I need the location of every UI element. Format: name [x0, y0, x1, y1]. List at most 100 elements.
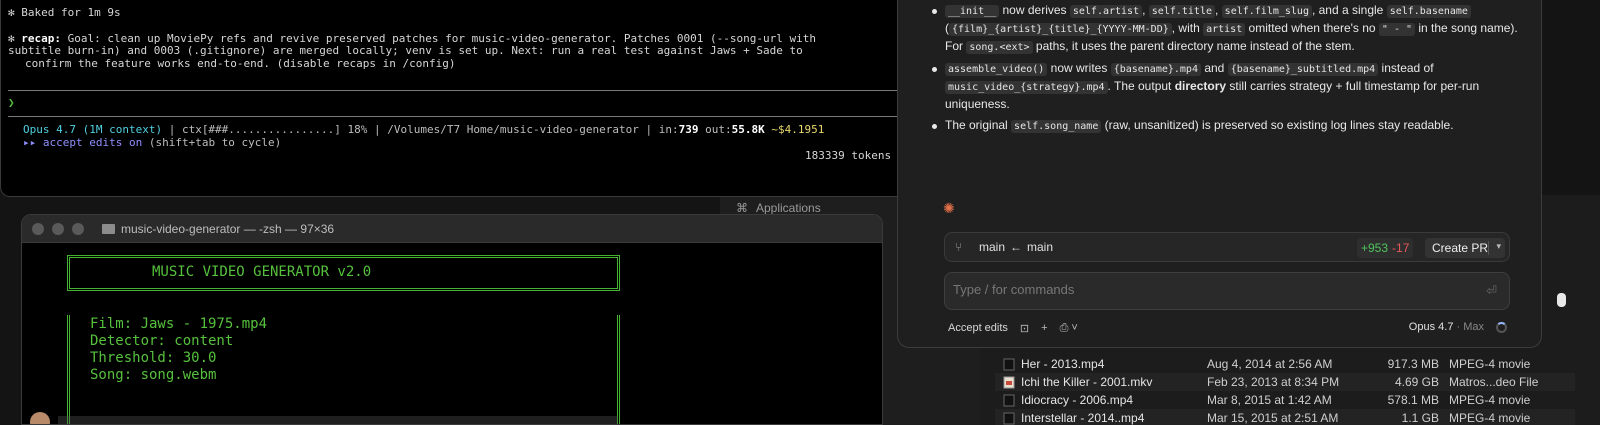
file-name: Her - 2013.mp4 [1021, 357, 1105, 371]
branch-arrow-icon: ← [1010, 240, 1023, 254]
code-span: self.artist [1069, 5, 1143, 18]
text-span: , [1215, 3, 1222, 17]
chevron-down-icon[interactable]: ▾ [1496, 241, 1501, 252]
divider [1488, 241, 1489, 255]
status-out-label: out: [698, 123, 732, 136]
code-span: song.<ext> [966, 41, 1033, 54]
recap-line-3: confirm the feature works end-to-end. (d… [25, 57, 456, 70]
folder-icon [102, 223, 115, 234]
mkv-file-icon [1003, 376, 1015, 388]
minimize-button[interactable] [52, 222, 64, 235]
command-input[interactable] [953, 282, 1473, 297]
divider [8, 116, 906, 117]
fast-forward-icon: ▸▸ [23, 136, 43, 149]
info-film: Film: Jaws - 1975.mp4 [90, 316, 268, 332]
text-span: . The output [1107, 79, 1175, 93]
token-count: 183339 tokens [805, 149, 892, 162]
code-span: self.film_slug [1221, 5, 1312, 18]
baked-status: ✻ Baked for 1m 9s [8, 6, 121, 19]
enter-icon[interactable]: ⏎ [1486, 283, 1497, 299]
file-row[interactable]: Interstellar - 2014..mp4 Mar 15, 2015 at… [995, 409, 1575, 425]
git-branch-icon: ⑂ [955, 240, 963, 254]
file-row[interactable]: Idiocracy - 2006.mp4 Mar 8, 2015 at 1:42… [995, 391, 1575, 409]
accept-edits-toggle[interactable]: Accept edits [948, 322, 1008, 334]
movie-file-icon [1003, 412, 1015, 424]
scrollbar-knob[interactable] [1557, 293, 1566, 307]
titlebar[interactable]: music-video-generator — -zsh — 97×36 [22, 215, 882, 243]
model-suffix: · Max [1453, 321, 1484, 333]
plus-icon[interactable]: + [1041, 322, 1047, 334]
file-row[interactable]: Her - 2013.mp4 Aug 4, 2014 at 2:56 AM 91… [995, 355, 1575, 373]
text-span: , and a single [1311, 3, 1387, 17]
code-span: " - " [1378, 23, 1416, 36]
code-span: {film}_{artist}_{title}_{YYYY-MM-DD} [949, 23, 1172, 36]
status-in-label: in: [658, 123, 679, 136]
text-span: and [1200, 61, 1228, 75]
terminal-window-claude-code[interactable]: ✻ Baked for 1m 9s ✻ recap: Goal: clean u… [0, 0, 912, 197]
banner-title: MUSIC VIDEO GENERATOR v2.0 [152, 264, 372, 280]
file-date: Feb 23, 2013 at 8:34 PM [1207, 375, 1340, 389]
file-size: 1.1 GB [1401, 411, 1439, 425]
code-span: assemble_video() [945, 63, 1048, 76]
prompt-caret[interactable]: ❯ [8, 97, 15, 109]
file-size: 917.3 MB [1387, 357, 1439, 371]
attachment-icon[interactable]: ⊡ [1020, 322, 1029, 335]
code-span: {basename}_subtitled.mp4 [1227, 63, 1379, 76]
file-row[interactable]: Ichi the Killer - 2001.mkv Feb 23, 2013 … [995, 373, 1575, 391]
create-pr-button[interactable]: Create PR ▾ [1425, 238, 1505, 258]
code-span: self.basename [1386, 5, 1471, 18]
applications-icon: ⌘ [736, 201, 748, 215]
model-name: Opus 4.7 [1408, 321, 1454, 333]
file-date: Mar 15, 2015 at 2:51 AM [1207, 411, 1339, 425]
model-selector[interactable]: Opus 4.7 · Max [1409, 321, 1484, 333]
text-span: (raw, unsanitized) is preserved so exist… [1101, 118, 1454, 132]
response-bullets: __init__ now derives self.artist, self.t… [932, 2, 1520, 139]
text-span: paths, it uses the parent directory name… [1032, 39, 1355, 53]
file-size: 4.69 GB [1394, 375, 1439, 389]
code-span: {basename}.mp4 [1110, 63, 1201, 76]
terminal-window-zsh[interactable]: music-video-generator — -zsh — 97×36 MUS… [21, 214, 883, 425]
code-span: __init__ [945, 5, 1000, 18]
text-span: now derives [999, 3, 1070, 17]
window-title: music-video-generator — -zsh — 97×36 [121, 221, 335, 236]
close-button[interactable] [32, 222, 44, 235]
truncated-line [58, 416, 618, 424]
code-span: music_video_{strategy}.mp4 [945, 81, 1108, 94]
recap-line-2: subtitle burn-in) and 0003 (.gitignore) … [8, 44, 803, 57]
claude-chat-panel[interactable]: __init__ now derives self.artist, self.t… [897, 0, 1542, 348]
claude-spark-icon: ✺ [943, 200, 955, 216]
microphone-icon[interactable]: ⎙ ˅ [1060, 322, 1078, 335]
text-span: omitted when there's no [1245, 21, 1379, 35]
status-context: | ctx[###................] 18% | /Volume… [162, 123, 659, 136]
accept-edits-label: accept edits on [42, 136, 143, 149]
text-span: The original [945, 118, 1012, 132]
file-list: Her - 2013.mp4 Aug 4, 2014 at 2:56 AM 91… [995, 355, 1575, 425]
avatar [30, 412, 50, 424]
composer-footer: Accept edits ⊡ + ⎙ ˅ Opus 4.7 · Max [948, 320, 1510, 336]
command-input-box[interactable]: ⏎ [944, 272, 1510, 310]
branch-bar: ⑂ main ← main +953 -17 Create PR ▾ [944, 232, 1510, 262]
branch-to: main [1027, 240, 1054, 254]
accept-edits-line[interactable]: ▸▸ accept edits on (shift+tab to cycle) [23, 137, 281, 149]
text-span: now writes [1047, 61, 1111, 75]
bullet-item: assemble_video() now writes {basename}.m… [932, 60, 1520, 113]
code-span: self.title [1148, 5, 1215, 18]
status-in: 739 [678, 123, 699, 136]
info-song: Song: song.webm [90, 367, 217, 383]
text-span: instead of [1378, 61, 1434, 75]
file-name: Interstellar - 2014..mp4 [1021, 411, 1145, 425]
file-kind: Matros...deo File [1449, 375, 1539, 389]
status-line: Opus 4.7 (1M context) | ctx[###.........… [23, 124, 824, 136]
status-out: 55.8K [731, 123, 765, 136]
file-name: Ichi the Killer - 2001.mkv [1021, 375, 1153, 389]
status-model: Opus 4.7 (1M context) [23, 123, 163, 136]
file-size: 578.1 MB [1387, 393, 1439, 407]
text-span: , [1142, 3, 1149, 17]
zoom-button[interactable] [72, 222, 84, 235]
file-date: Aug 4, 2014 at 2:56 AM [1207, 357, 1333, 371]
branch-from: main [979, 240, 1006, 254]
sidebar-item-label: Applications [756, 201, 821, 215]
diff-additions: +953 [1361, 241, 1389, 255]
file-name: Idiocracy - 2006.mp4 [1021, 393, 1134, 407]
emphasis-span: directory [1174, 79, 1227, 93]
